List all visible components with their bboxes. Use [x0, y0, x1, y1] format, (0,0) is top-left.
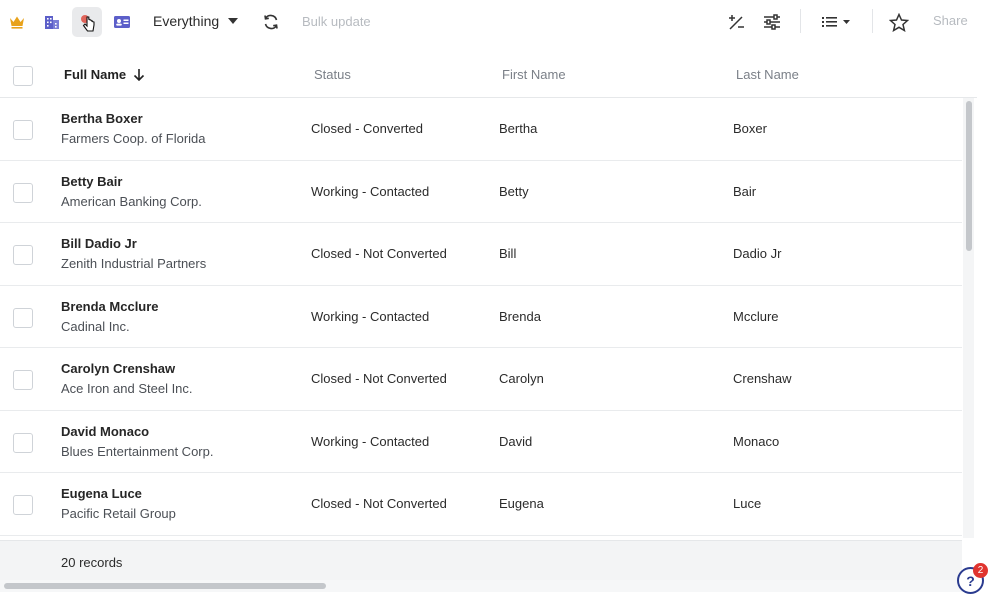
table-row[interactable]: Bill Dadio Jr Zenith Industrial Partners…	[0, 223, 962, 286]
lead-company: Cadinal Inc.	[61, 318, 130, 334]
full-name-cell[interactable]: Betty Bair American Banking Corp.	[61, 174, 202, 209]
status-cell: Closed - Not Converted	[311, 371, 447, 386]
lead-name[interactable]: Brenda Mcclure	[61, 299, 159, 314]
row-checkbox[interactable]	[13, 182, 33, 203]
full-name-cell[interactable]: Carolyn Crenshaw Ace Iron and Steel Inc.	[61, 361, 193, 396]
row-checkbox[interactable]	[13, 307, 33, 328]
full-name-cell[interactable]: Brenda Mcclure Cadinal Inc.	[61, 299, 159, 334]
vertical-scrollbar-thumb[interactable]	[966, 101, 972, 251]
lead-name[interactable]: Carolyn Crenshaw	[61, 361, 193, 376]
row-checkbox[interactable]	[13, 120, 33, 140]
status-cell: Closed - Not Converted	[311, 246, 447, 261]
row-checkbox[interactable]	[13, 245, 33, 265]
list-view-icon[interactable]	[818, 7, 856, 37]
first-name-cell: Bertha	[499, 121, 538, 136]
select-all-checkbox[interactable]	[13, 66, 33, 86]
first-name-cell: Betty	[499, 183, 529, 199]
status-cell: Working - Contacted	[311, 308, 430, 324]
last-name-cell: Boxer	[733, 121, 767, 136]
first-name-cell: David	[499, 433, 533, 449]
column-header-last-name[interactable]: Last Name	[736, 67, 799, 82]
column-header-status[interactable]: Status	[314, 67, 351, 82]
pointer-hand-icon[interactable]	[72, 7, 102, 37]
last-name-cell: Monaco	[733, 433, 780, 449]
table-row[interactable]: Betty Bair American Banking Corp. Workin…	[0, 161, 962, 223]
notification-badge: 2	[973, 563, 988, 578]
table-row[interactable]: Bertha Boxer Farmers Coop. of Florida Cl…	[0, 98, 962, 161]
row-checkbox[interactable]	[13, 432, 33, 453]
sliders-icon[interactable]	[757, 7, 787, 37]
last-name-cell: Bair	[733, 183, 757, 199]
status-cell: Working - Contacted	[311, 183, 430, 199]
lead-company: Farmers Coop. of Florida	[61, 131, 206, 146]
table-body: Bertha Boxer Farmers Coop. of Florida Cl…	[0, 98, 962, 536]
lead-company: Pacific Retail Group	[61, 506, 176, 521]
status-cell: Closed - Converted	[311, 121, 423, 136]
last-name-cell: Mcclure	[733, 308, 779, 324]
lead-company: American Banking Corp.	[61, 193, 202, 209]
lead-name[interactable]: Eugena Luce	[61, 486, 176, 501]
lead-company: Zenith Industrial Partners	[61, 256, 207, 271]
table-row[interactable]: David Monaco Blues Entertainment Corp. W…	[0, 411, 962, 473]
first-name-cell: Bill	[499, 246, 517, 261]
chevron-down-icon	[228, 18, 239, 24]
lead-name[interactable]: Betty Bair	[61, 174, 202, 189]
status-cell: Working - Contacted	[311, 433, 430, 449]
toolbar-divider	[800, 9, 801, 33]
lead-company: Blues Entertainment Corp.	[61, 443, 214, 459]
column-header-first-name[interactable]: First Name	[502, 67, 566, 82]
column-header-full-name[interactable]: Full Name	[64, 67, 145, 82]
refresh-icon[interactable]	[256, 7, 286, 37]
crown-icon[interactable]	[2, 7, 32, 37]
lead-name[interactable]: Bertha Boxer	[61, 111, 206, 126]
first-name-cell: Carolyn	[499, 371, 544, 386]
building-icon[interactable]	[37, 7, 67, 37]
last-name-cell: Dadio Jr	[733, 246, 782, 261]
full-name-cell[interactable]: Bertha Boxer Farmers Coop. of Florida	[61, 111, 206, 146]
row-checkbox[interactable]	[13, 370, 33, 390]
view-selector-label: Everything	[153, 13, 220, 29]
full-name-cell[interactable]: Eugena Luce Pacific Retail Group	[61, 486, 176, 521]
last-name-cell: Crenshaw	[733, 371, 792, 386]
star-icon[interactable]	[884, 7, 914, 37]
table-row[interactable]: Brenda Mcclure Cadinal Inc. Working - Co…	[0, 286, 962, 348]
first-name-cell: Brenda	[499, 308, 541, 324]
plus-minus-icon[interactable]	[721, 7, 751, 37]
column-header-label: Full Name	[64, 67, 127, 82]
full-name-cell[interactable]: Bill Dadio Jr Zenith Industrial Partners	[61, 236, 206, 271]
horizontal-scrollbar-thumb[interactable]	[4, 583, 326, 589]
record-count: 20 records	[61, 555, 123, 570]
status-cell: Closed - Not Converted	[311, 496, 447, 511]
toolbar-divider	[872, 9, 873, 33]
id-card-icon[interactable]	[107, 7, 137, 37]
last-name-cell: Luce	[733, 496, 762, 511]
toolbar: Everything Bulk update Share	[0, 0, 989, 44]
share-button[interactable]: Share	[933, 13, 968, 28]
lead-name[interactable]: Bill Dadio Jr	[61, 236, 206, 251]
table-header: Full Name Status First Name Last Name	[0, 50, 977, 98]
bulk-update-button[interactable]: Bulk update	[302, 14, 371, 29]
table-row[interactable]: Carolyn Crenshaw Ace Iron and Steel Inc.…	[0, 348, 962, 411]
lead-name[interactable]: David Monaco	[61, 424, 213, 439]
view-selector-dropdown[interactable]: Everything	[153, 13, 239, 29]
lead-company: Ace Iron and Steel Inc.	[61, 381, 193, 396]
row-checkbox[interactable]	[13, 495, 33, 515]
full-name-cell[interactable]: David Monaco Blues Entertainment Corp.	[61, 424, 213, 459]
first-name-cell: Eugena	[499, 496, 544, 511]
sort-arrow-down-icon	[134, 69, 145, 81]
table-row[interactable]: Eugena Luce Pacific Retail Group Closed …	[0, 473, 962, 536]
table-footer: 20 records	[0, 540, 962, 582]
